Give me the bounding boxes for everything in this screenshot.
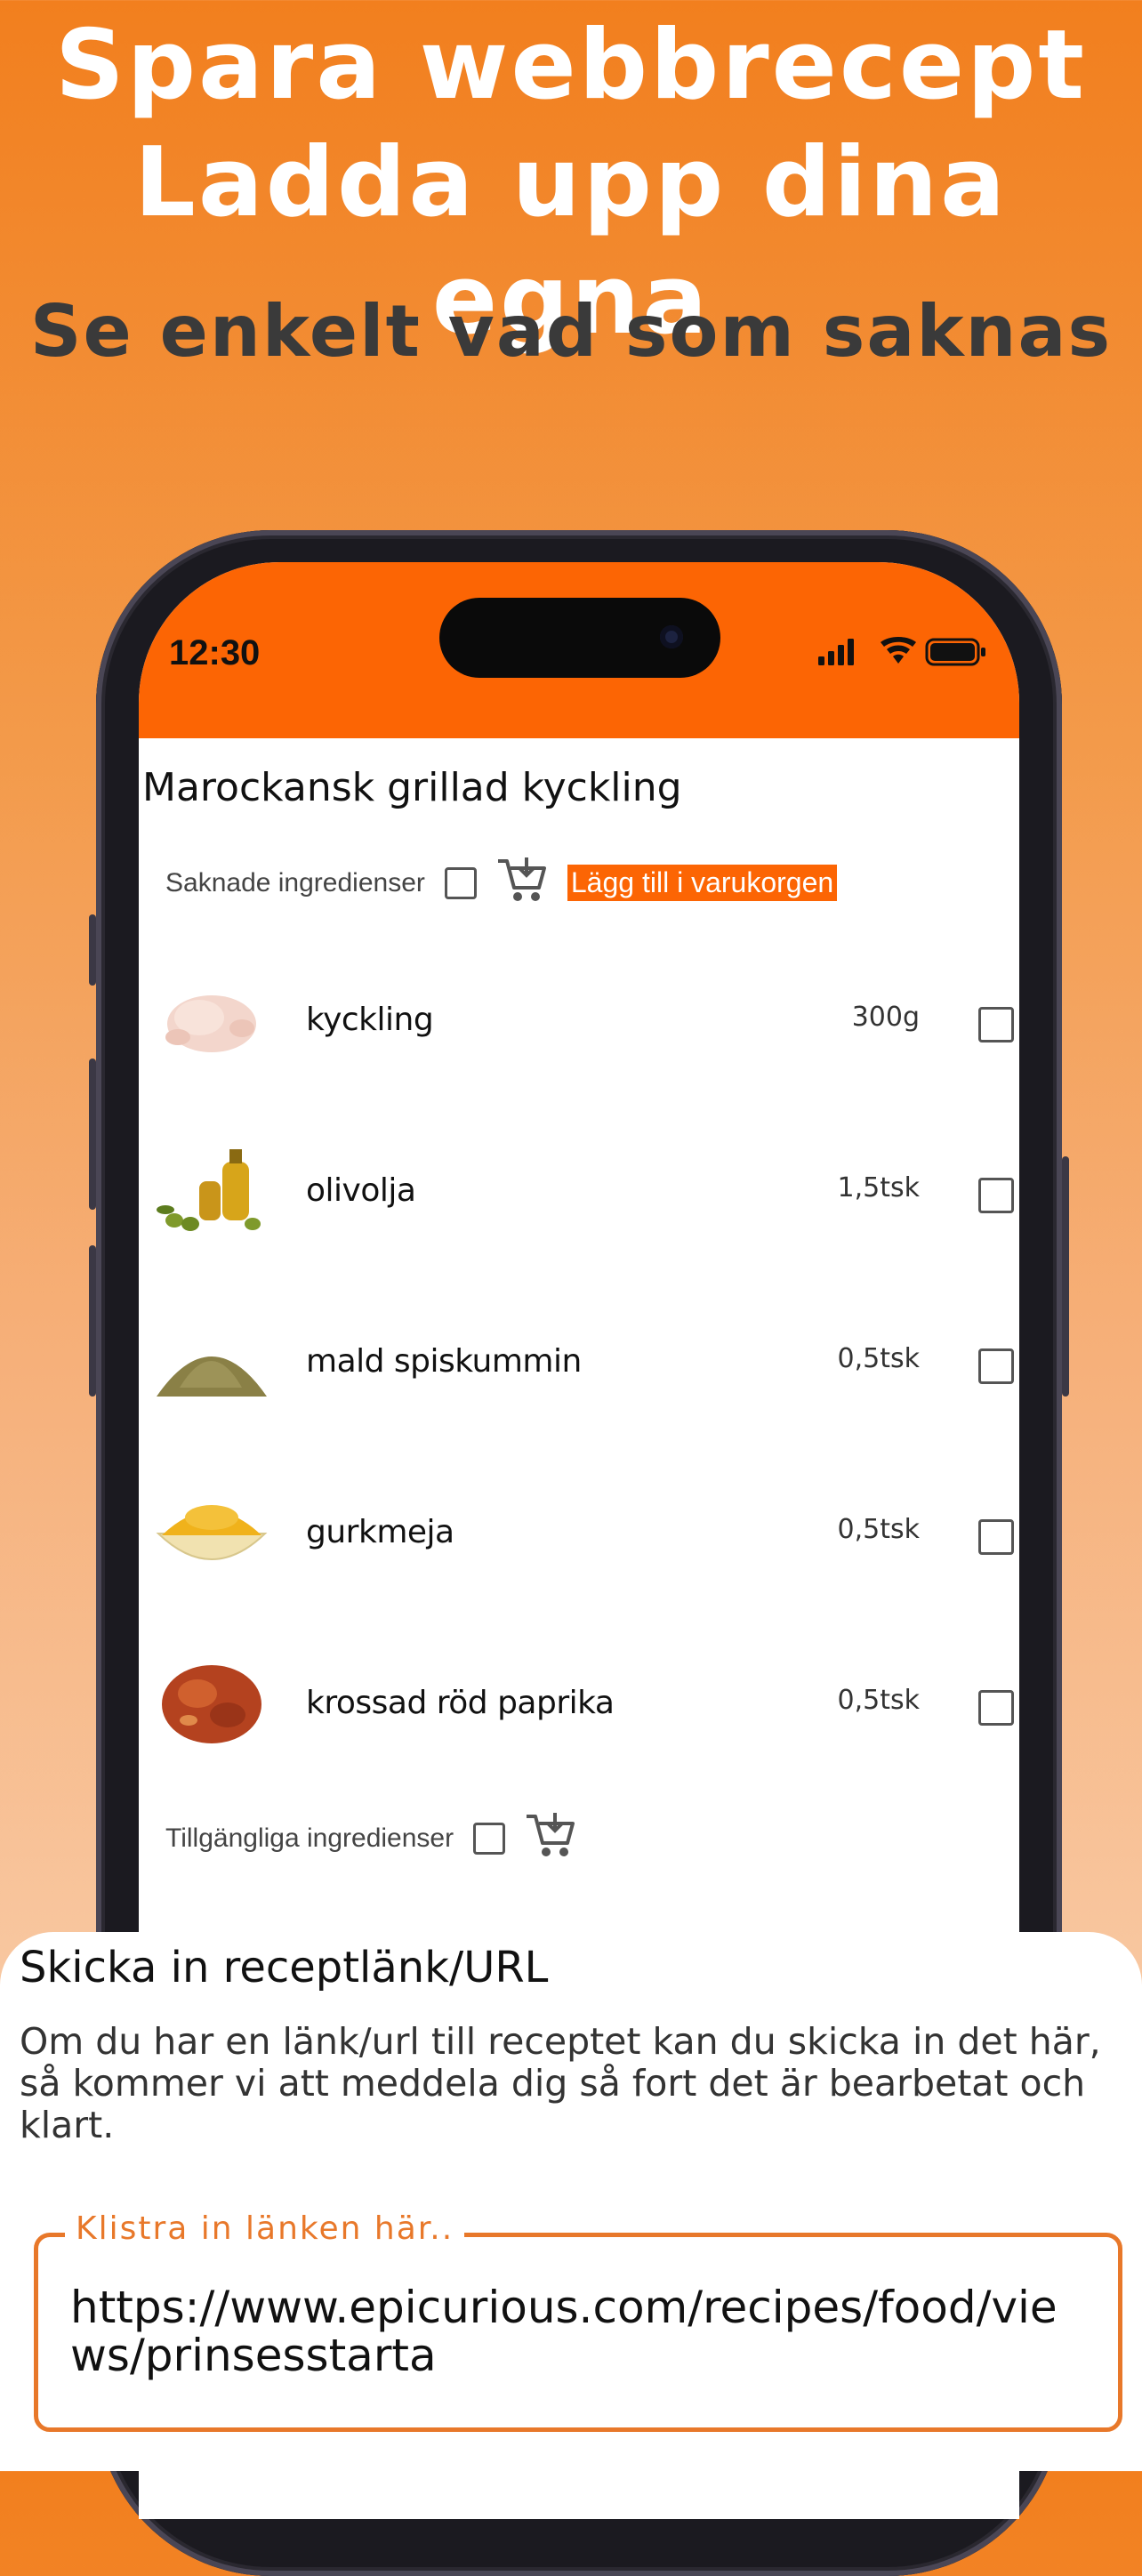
available-ingredients-label: Tillgängliga ingredienser [165,1823,454,1853]
ingredient-row: krossad röd paprika 0,5tsk [139,1621,1019,1790]
cumin-image [157,1356,267,1397]
ingredient-name: mald spiskummin [306,1343,582,1380]
ingredient-name: olivolja [306,1172,416,1209]
status-icons [818,635,996,675]
ingredient-name: krossad röd paprika [306,1685,615,1721]
ingredient-checkbox[interactable] [978,1007,1014,1042]
add-to-cart-button[interactable]: Lägg till i varukorgen [567,865,838,901]
ingredient-checkbox[interactable] [978,1519,1014,1555]
ingredient-row: gurkmeja 0,5tsk [139,1450,1019,1619]
phone-volume-up-button [89,1059,96,1210]
add-cart-icon[interactable] [525,1811,576,1865]
ingredient-row: olivolja 1,5tsk [139,1108,1019,1277]
sheet-description: Om du har en länk/url till receptet kan … [20,2020,1101,2146]
ingredient-quantity: 0,5tsk [837,1685,920,1716]
promo-headline-1: Spara webbrecept [54,10,1088,121]
recipe-title: Marockansk grillad kyckling [142,765,682,810]
wifi-icon [881,637,916,664]
ingredient-name: gurkmeja [306,1514,454,1550]
phone-power-button [1062,1156,1069,1397]
paprika-flakes-image [162,1665,261,1743]
turmeric-image [156,1505,268,1560]
status-bar: 12:30 [139,562,1019,738]
available-ingredients-header: Tillgängliga ingredienser [165,1811,576,1865]
ingredient-row: mald spiskummin 0,5tsk [139,1279,1019,1448]
ingredient-row: kyckling 300g [139,938,1019,1107]
missing-ingredients-header: Saknade ingredienser Lägg till i varukor… [165,856,838,910]
recipe-url-input-label: Klistra in länken här.. [65,2210,465,2247]
cellular-signal-icon [818,639,854,665]
phone-volume-down-button [89,1245,96,1397]
front-camera [660,625,683,648]
chicken-image [165,995,256,1052]
recipe-url-input-value[interactable]: https://www.epicurious.com/recipes/food/… [70,2283,1066,2379]
phone-silent-switch [89,914,96,986]
ingredient-quantity: 300g [851,1002,920,1033]
status-time: 12:30 [169,633,261,672]
ingredient-name: kyckling [306,1002,434,1038]
ingredient-quantity: 0,5tsk [837,1343,920,1374]
olive-oil-image [157,1149,261,1231]
ingredient-checkbox[interactable] [978,1178,1014,1213]
select-all-available-checkbox[interactable] [473,1822,506,1855]
promo-subheadline: Se enkelt vad som saknas [29,290,1113,373]
sheet-title: Skicka in receptlänk/URL [20,1943,549,1992]
ingredient-quantity: 0,5tsk [837,1514,920,1545]
recipe-url-input[interactable]: Klistra in länken här.. https://www.epic… [34,2210,1122,2432]
ingredient-checkbox[interactable] [978,1348,1014,1384]
add-cart-icon[interactable] [496,856,548,910]
ingredient-checkbox[interactable] [978,1690,1014,1726]
missing-ingredients-label: Saknade ingredienser [165,867,425,898]
select-all-missing-checkbox[interactable] [444,866,477,899]
ingredient-quantity: 1,5tsk [837,1172,920,1203]
battery-icon [925,638,985,666]
